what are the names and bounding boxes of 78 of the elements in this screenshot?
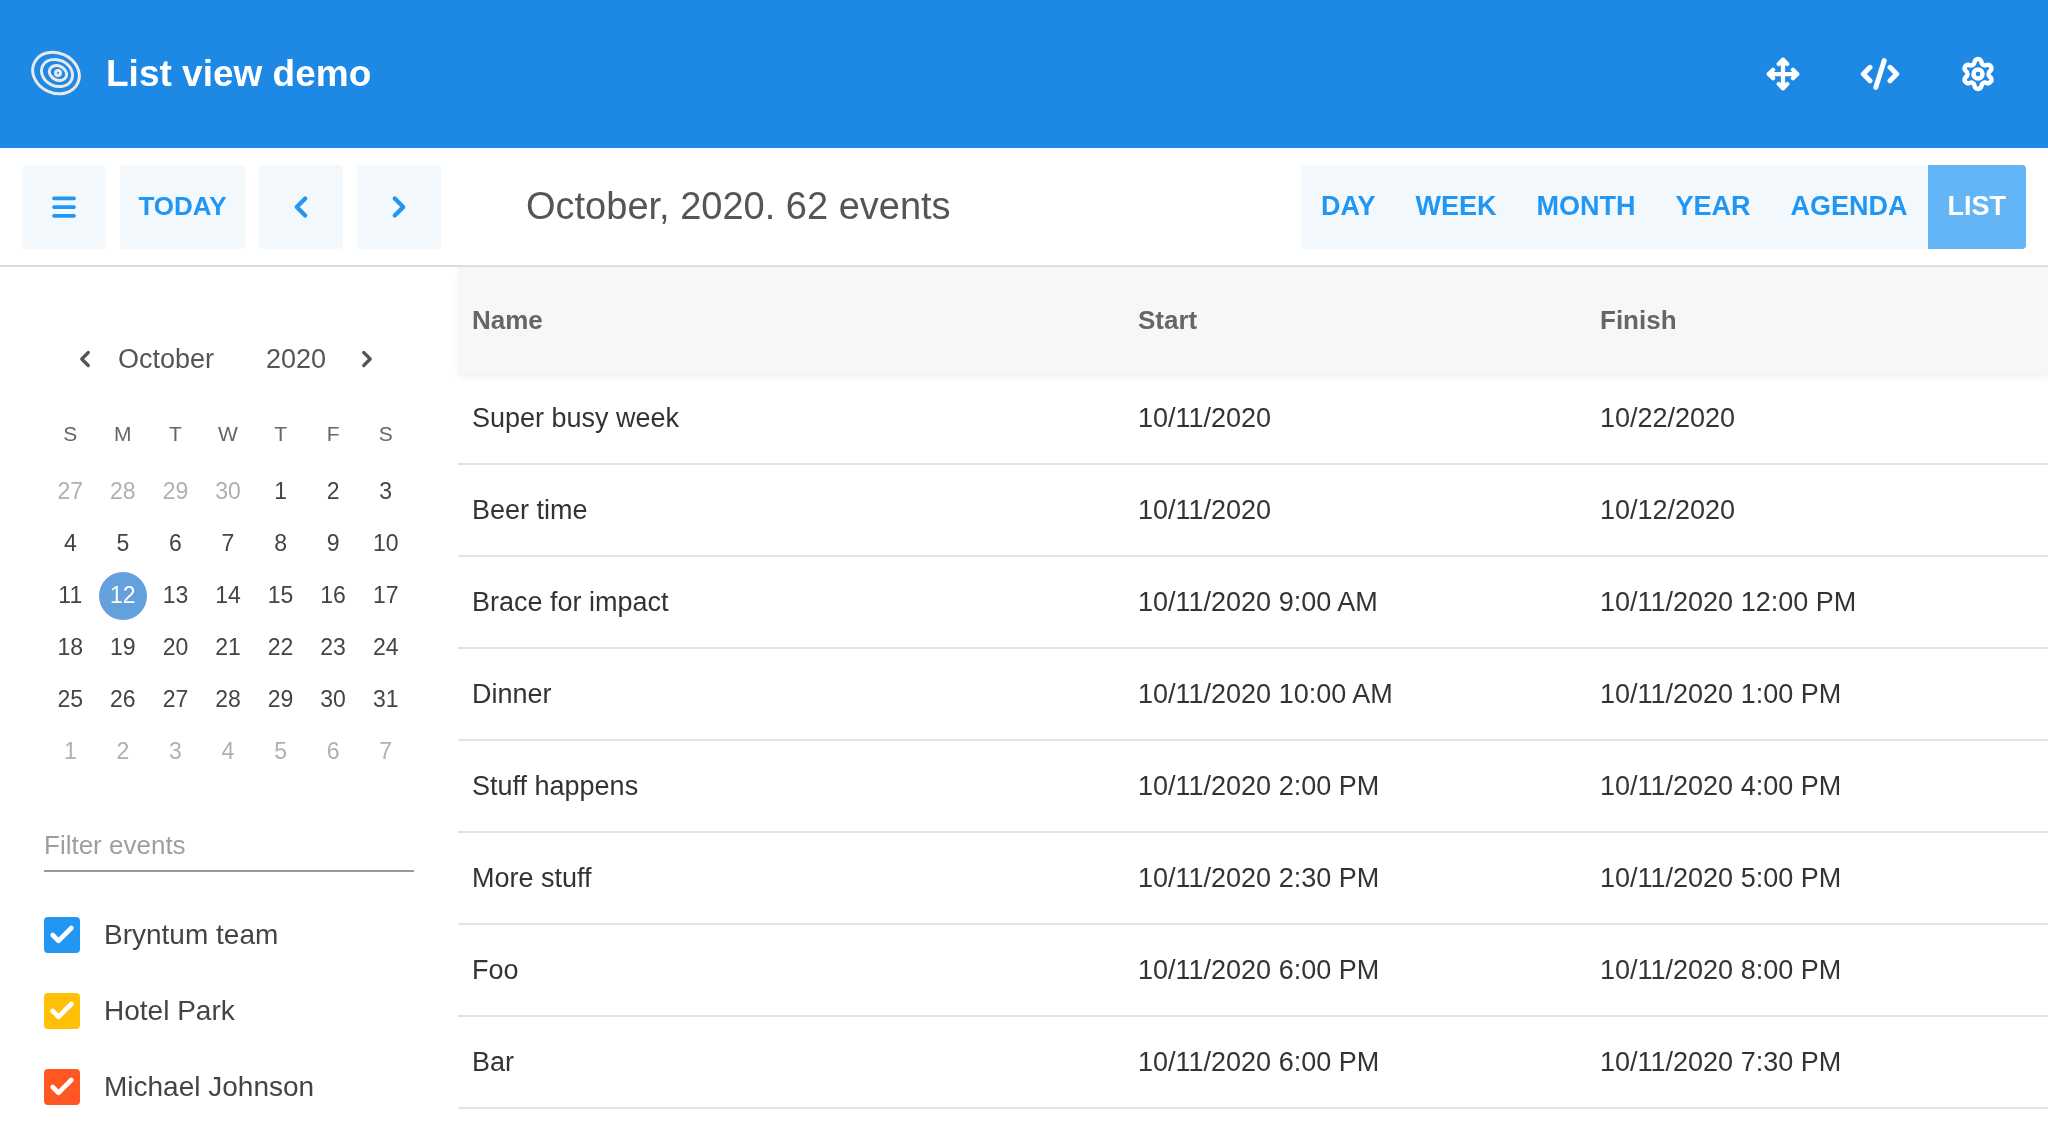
year-label[interactable]: 2020 xyxy=(266,339,327,380)
table-cell: 10/11/2020 6:00 PM xyxy=(1138,1046,1380,1077)
table-cell: 10/22/2020 xyxy=(1600,402,1736,433)
table-cell: 10/11/2020 xyxy=(1138,494,1272,525)
resource-label: Hotel Park xyxy=(104,993,235,1028)
column-header[interactable]: Finish xyxy=(1600,304,1677,335)
table-cell: 10/11/2020 7:30 PM xyxy=(1600,1046,1842,1077)
column-header[interactable]: Start xyxy=(1138,304,1198,335)
table-cell: 10/11/2020 8:00 PM xyxy=(1600,954,1842,985)
calendar-day[interactable]: 5 xyxy=(98,519,147,568)
calendar-day[interactable]: 31 xyxy=(361,675,410,724)
table-cell: More stuff xyxy=(472,862,592,893)
calendar-day[interactable]: 28 xyxy=(204,675,252,724)
weekday-label: W xyxy=(217,420,239,447)
calendar-day[interactable]: 9 xyxy=(309,519,358,568)
calendar-day[interactable]: 30 xyxy=(309,675,358,724)
month-label[interactable]: October xyxy=(118,339,215,380)
calendar-day[interactable]: 1 xyxy=(256,467,305,516)
resource-label: Michael Johnson xyxy=(104,1069,315,1104)
table-cell: Foo xyxy=(472,954,519,985)
calendar-day[interactable]: 21 xyxy=(204,623,252,672)
table-cell: 10/11/2020 1:00 PM xyxy=(1600,678,1842,709)
calendar-day[interactable]: 2 xyxy=(309,467,358,516)
table-cell: Super busy week xyxy=(472,402,680,433)
calendar-day[interactable]: 26 xyxy=(98,675,147,724)
calendar-day[interactable]: 20 xyxy=(151,623,200,672)
column-header[interactable]: Name xyxy=(472,304,543,335)
menu-button[interactable] xyxy=(22,164,106,249)
weekday-label: S xyxy=(62,420,79,447)
table-cell: Brace for impact xyxy=(472,586,669,617)
resource-checkbox[interactable] xyxy=(44,1068,80,1105)
table-cell: 10/11/2020 4:00 PM xyxy=(1600,770,1842,801)
weekday-label: T xyxy=(273,420,288,447)
calendar-day[interactable]: 13 xyxy=(151,571,200,620)
weekday-label: F xyxy=(325,420,341,447)
settings-icon[interactable] xyxy=(1960,56,1996,92)
table-cell: 10/11/2020 xyxy=(1138,402,1272,433)
calendar-day[interactable]: 10 xyxy=(361,519,410,568)
table-cell: 10/11/2020 12:00 PM xyxy=(1600,586,1857,617)
calendar-day[interactable]: 22 xyxy=(256,623,305,672)
calendar-day[interactable]: 15 xyxy=(256,571,305,620)
table-cell: Beer time xyxy=(472,494,588,525)
date-range-title: October, 2020. 62 events xyxy=(526,184,951,229)
weekday-label: T xyxy=(168,420,183,447)
table-cell: 10/11/2020 2:30 PM xyxy=(1138,862,1380,893)
calendar-day[interactable]: 8 xyxy=(256,519,305,568)
table-cell: 10/11/2020 5:00 PM xyxy=(1600,862,1842,893)
weekday-label: M xyxy=(113,420,133,447)
calendar-day[interactable]: 19 xyxy=(98,623,147,672)
table-cell: 10/11/2020 6:00 PM xyxy=(1138,954,1380,985)
table-cell: 10/11/2020 9:00 AM xyxy=(1138,586,1378,617)
calendar-day[interactable]: 3 xyxy=(361,467,410,516)
table-cell: Bar xyxy=(472,1046,515,1077)
calendar-day[interactable]: 18 xyxy=(46,623,95,672)
calendar-day[interactable]: 4 xyxy=(46,519,95,568)
calendar-day[interactable]: 23 xyxy=(309,623,358,672)
resource-checkbox[interactable] xyxy=(44,916,80,953)
table-cell: 10/12/2020 xyxy=(1600,494,1736,525)
table-cell: Dinner xyxy=(472,678,552,709)
calendar-day[interactable]: 17 xyxy=(361,571,410,620)
calendar-day[interactable]: 14 xyxy=(204,571,252,620)
calendar-day[interactable]: 16 xyxy=(309,571,358,620)
calendar-day[interactable]: 24 xyxy=(361,623,410,672)
calendar-day[interactable]: 6 xyxy=(151,519,200,568)
resource-checkbox[interactable] xyxy=(44,992,80,1029)
filter-field[interactable]: Filter events xyxy=(44,821,414,872)
app-title: List view demo xyxy=(106,52,372,97)
calendar-day[interactable]: 11 xyxy=(46,571,95,620)
resource-label: Bryntum team xyxy=(104,917,279,952)
table-cell: 10/11/2020 10:00 AM xyxy=(1138,678,1393,709)
weekday-label: S xyxy=(377,420,394,447)
calendar-day[interactable]: 27 xyxy=(151,675,200,724)
fullscreen-move-icon[interactable] xyxy=(1766,57,1800,91)
table-cell: Stuff happens xyxy=(472,770,639,801)
table-cell: 10/11/2020 2:00 PM xyxy=(1138,770,1380,801)
calendar-day[interactable]: 29 xyxy=(256,675,305,724)
calendar-day[interactable]: 7 xyxy=(204,519,252,568)
calendar-day[interactable]: 25 xyxy=(46,675,95,724)
